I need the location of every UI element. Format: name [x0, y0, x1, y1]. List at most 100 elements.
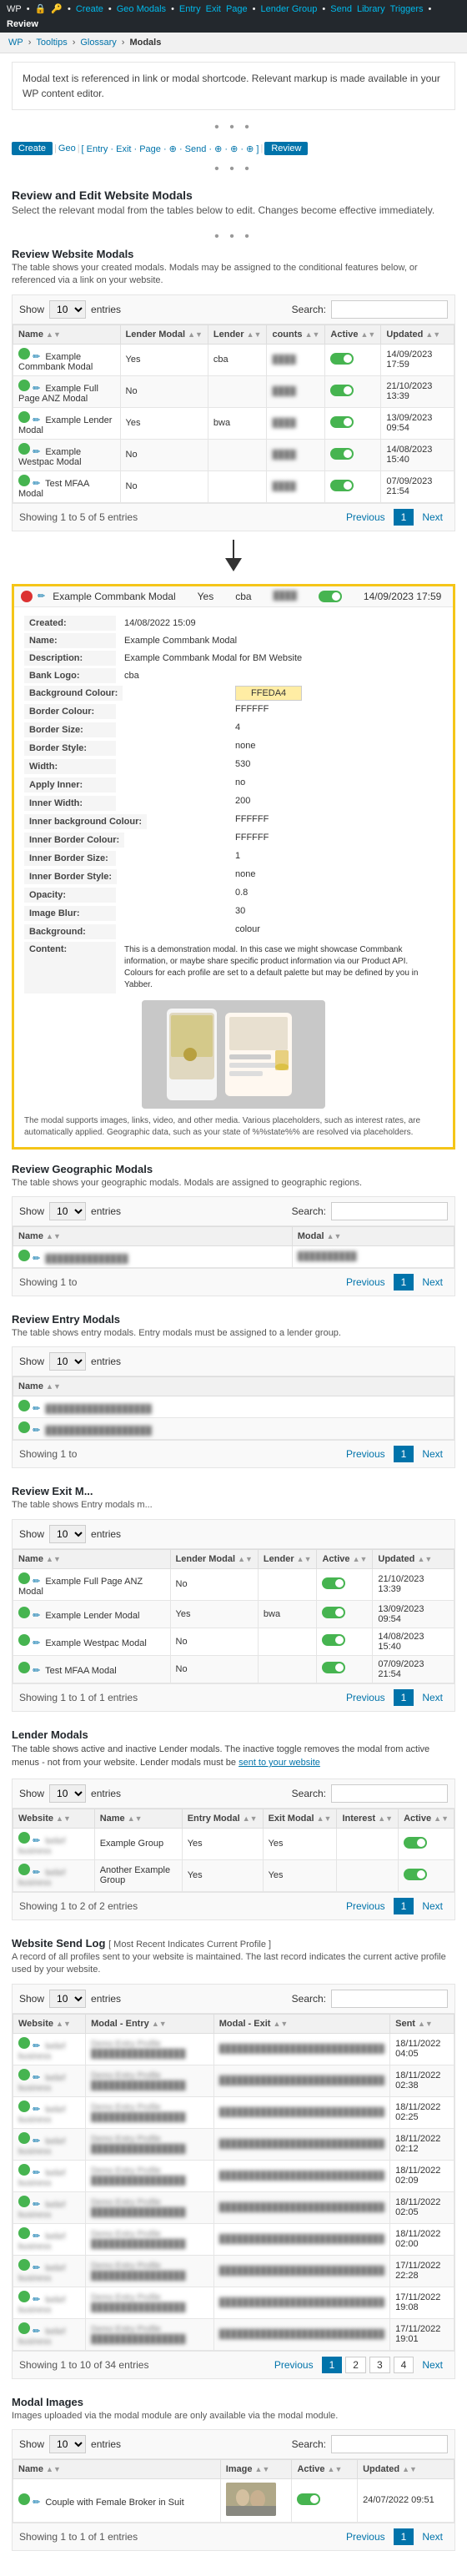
edit-link[interactable]: ✏ [33, 1666, 40, 1676]
prev-button4[interactable]: Previous [341, 1690, 390, 1705]
lender-col-interest[interactable]: Interest ▲▼ [337, 1809, 399, 1828]
lender-search-input[interactable] [331, 1784, 448, 1803]
nav-library[interactable]: Library [357, 4, 385, 14]
popup-active-toggle[interactable] [319, 591, 342, 602]
next-button[interactable]: Next [417, 510, 448, 525]
col-active[interactable]: Active ▲▼ [325, 325, 381, 344]
row-active-toggle[interactable] [330, 480, 354, 491]
edit-link[interactable]: ✏ [33, 1611, 40, 1621]
edit-link[interactable]: ✏ [33, 2105, 40, 2115]
row-active-toggle[interactable] [330, 385, 354, 396]
pagination2[interactable]: Previous 1 Next [341, 1274, 448, 1291]
edit-link[interactable]: ✏ [33, 1426, 40, 1436]
log-col-exit[interactable]: Modal - Exit ▲▼ [213, 2014, 389, 2033]
col-counts[interactable]: counts ▲▼ [267, 325, 325, 344]
lender-active1[interactable] [404, 1837, 427, 1849]
pagination[interactable]: Previous 1 Next [341, 509, 448, 526]
lender-col-name[interactable]: Name ▲▼ [94, 1809, 182, 1828]
lender-col-exit[interactable]: Exit Modal ▲▼ [263, 1809, 337, 1828]
edit-link[interactable]: ✏ [33, 1868, 40, 1878]
log-col-website[interactable]: Website ▲▼ [13, 2014, 86, 2033]
images-search-input[interactable] [331, 2435, 448, 2453]
img-col-image[interactable]: Image ▲▼ [220, 2459, 292, 2478]
img-row-active[interactable] [297, 2493, 320, 2505]
subnav-create[interactable]: Create [12, 142, 53, 155]
lender-show-entries[interactable]: Show 10 entries [19, 1784, 121, 1803]
entries-select3[interactable]: 10 [49, 1352, 86, 1371]
pagination4[interactable]: Previous 1 Next [341, 1689, 448, 1706]
row-active-toggle[interactable] [330, 353, 354, 365]
page-1-button3[interactable]: 1 [394, 1446, 414, 1462]
send-log-page3[interactable]: 3 [369, 2357, 390, 2373]
images-prev-btn[interactable]: Previous [341, 2529, 390, 2544]
edit-link[interactable]: ✏ [33, 415, 40, 425]
send-log-search-input[interactable] [331, 1990, 448, 2008]
row-active-toggle[interactable] [330, 448, 354, 460]
prev-button3[interactable]: Previous [341, 1446, 390, 1462]
img-col-active[interactable]: Active ▲▼ [292, 2459, 358, 2478]
subnav-review[interactable]: Review [264, 142, 308, 155]
show-entries[interactable]: Show 10 entries [19, 300, 121, 319]
lender-search-box[interactable]: Search: [292, 1784, 448, 1803]
edit-link[interactable]: ✏ [33, 1638, 40, 1648]
search-input2[interactable] [331, 1202, 448, 1220]
edit-link[interactable]: ✏ [33, 2327, 40, 2337]
breadcrumb-tooltips[interactable]: Tooltips [36, 38, 67, 48]
lender-note-link[interactable]: sent to your website [239, 1758, 320, 1768]
exit-col-updated[interactable]: Updated ▲▼ [373, 1549, 454, 1568]
geo-col-name[interactable]: Name ▲▼ [13, 1226, 293, 1245]
entry-col-name[interactable]: Name ▲▼ [13, 1377, 454, 1396]
edit-link[interactable]: ✏ [33, 2498, 40, 2508]
edit-link[interactable]: ✏ [33, 447, 40, 457]
log-col-entry[interactable]: Modal - Entry ▲▼ [86, 2014, 214, 2033]
edit-link[interactable]: ✏ [33, 2041, 40, 2051]
lender-col-active[interactable]: Active ▲▼ [399, 1809, 454, 1828]
edit-link[interactable]: ✏ [33, 1404, 40, 1414]
exit-col-active[interactable]: Active ▲▼ [317, 1549, 373, 1568]
row-active-toggle[interactable] [330, 416, 354, 428]
prev-button[interactable]: Previous [341, 510, 390, 525]
col-name[interactable]: Name ▲▼ [13, 325, 121, 344]
edit-link[interactable]: ✏ [33, 2295, 40, 2305]
popup-edit-link[interactable]: ✏ [38, 591, 45, 601]
breadcrumb-wp[interactable]: WP [8, 38, 23, 48]
breadcrumb-glossary[interactable]: Glossary [80, 38, 116, 48]
page-1-button2[interactable]: 1 [394, 1274, 414, 1291]
nav-wp[interactable]: WP [7, 4, 22, 14]
lender-active2[interactable] [404, 1869, 427, 1880]
sub-nav[interactable]: Create | Geo | [ Entry · Exit · Page · ⊕… [12, 138, 455, 158]
prev-button2[interactable]: Previous [341, 1275, 390, 1290]
send-log-select[interactable]: 10 [49, 1990, 86, 2008]
geo-col-col2[interactable]: Modal ▲▼ [292, 1226, 454, 1245]
col-updated[interactable]: Updated ▲▼ [381, 325, 454, 344]
edit-link[interactable]: ✏ [33, 384, 40, 394]
subnav-geo[interactable]: Geo [58, 143, 76, 153]
next-button2[interactable]: Next [417, 1275, 448, 1290]
exit-row-active4[interactable] [322, 1662, 345, 1673]
exit-col-lender[interactable]: Lender ▲▼ [258, 1549, 317, 1568]
nav-create[interactable]: Create [76, 4, 103, 14]
exit-col-name[interactable]: Name ▲▼ [13, 1549, 171, 1568]
img-col-name[interactable]: Name ▲▼ [13, 2459, 221, 2478]
page-1-button[interactable]: 1 [394, 509, 414, 526]
edit-link[interactable]: ✏ [33, 352, 40, 362]
nav-lender-group[interactable]: Lender Group [261, 4, 318, 14]
images-next-btn[interactable]: Next [417, 2529, 448, 2544]
next-button3[interactable]: Next [417, 1446, 448, 1462]
edit-link[interactable]: ✏ [33, 1254, 40, 1264]
lender-next-btn[interactable]: Next [417, 1899, 448, 1914]
exit-row-active3[interactable] [322, 1634, 345, 1646]
nav-page[interactable]: Page [226, 4, 248, 14]
search-input[interactable] [331, 300, 448, 319]
next-button4[interactable]: Next [417, 1690, 448, 1705]
show-entries3[interactable]: Show 10 entries [19, 1352, 121, 1371]
send-log-show[interactable]: Show 10 entries [19, 1990, 121, 2008]
lender-page1-btn[interactable]: 1 [394, 1898, 414, 1914]
send-log-page2[interactable]: 2 [345, 2357, 366, 2373]
send-log-prev[interactable]: Previous [269, 2357, 319, 2372]
entries-select[interactable]: 10 [49, 300, 86, 319]
col-lender-modal[interactable]: Lender Modal ▲▼ [120, 325, 208, 344]
show-entries2[interactable]: Show 10 entries [19, 1202, 121, 1220]
edit-link[interactable]: ✏ [33, 1836, 40, 1846]
img-col-updated[interactable]: Updated ▲▼ [358, 2459, 454, 2478]
